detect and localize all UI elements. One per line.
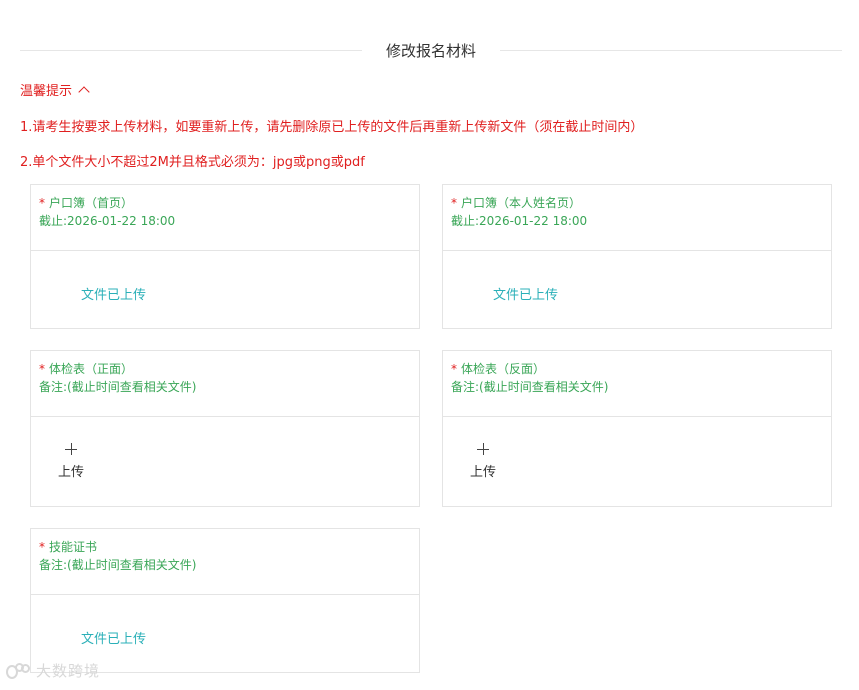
card-title: * 体检表（反面）	[451, 361, 823, 377]
card-body: 上传	[443, 417, 831, 506]
card-header: * 户口簿（本人姓名页） 截止:2026-01-22 18:00	[443, 185, 831, 251]
page-title-row: 修改报名材料	[20, 38, 843, 62]
card-title: * 体检表（正面）	[39, 361, 411, 377]
tip-line-1: 1.请考生按要求上传材料，如要重新上传，请先删除原已上传的文件后再重新上传新文件…	[20, 120, 644, 135]
tips-toggle[interactable]: 温馨提示	[20, 80, 90, 99]
card-header: * 体检表（正面） 备注:(截止时间查看相关文件)	[31, 351, 419, 417]
title-divider-right	[500, 49, 843, 51]
material-card-household-first-page: * 户口簿（首页） 截止:2026-01-22 18:00 文件已上传	[30, 184, 420, 329]
watermark-text: 大数跨境	[36, 662, 101, 680]
material-card-physical-exam-back: * 体检表（反面） 备注:(截止时间查看相关文件) 上传	[442, 350, 832, 507]
plus-icon	[65, 443, 77, 455]
watermark: 大数跨境	[6, 660, 100, 681]
tip-line-2: 2.单个文件大小不超过2M并且格式必须为：jpg或png或pdf	[20, 155, 365, 170]
plus-icon	[477, 443, 489, 455]
file-uploaded-link[interactable]: 文件已上传	[81, 284, 146, 303]
file-uploaded-link[interactable]: 文件已上传	[493, 284, 558, 303]
file-uploaded-link[interactable]: 文件已上传	[81, 628, 146, 647]
material-card-household-own-page: * 户口簿（本人姓名页） 截止:2026-01-22 18:00 文件已上传	[442, 184, 832, 329]
card-note: 备注:(截止时间查看相关文件)	[451, 380, 609, 394]
card-title-text: 户口簿（首页）	[49, 196, 134, 210]
card-title: * 户口簿（本人姓名页）	[451, 195, 823, 211]
watermark-logo-icon	[6, 662, 30, 679]
card-title-text: 体检表（正面）	[49, 362, 134, 376]
required-mark: *	[451, 196, 457, 210]
required-mark: *	[39, 196, 45, 210]
card-header: * 技能证书 备注:(截止时间查看相关文件)	[31, 529, 419, 595]
upload-button[interactable]: 上传	[465, 443, 501, 483]
card-deadline: 截止:2026-01-22 18:00	[39, 214, 176, 228]
card-note: 备注:(截止时间查看相关文件)	[39, 558, 197, 572]
required-mark: *	[451, 362, 457, 376]
card-title-text: 体检表（反面）	[461, 362, 546, 376]
upload-label: 上传	[57, 465, 84, 480]
page-title: 修改报名材料	[386, 41, 477, 60]
title-divider-left	[20, 49, 362, 51]
card-title: * 户口簿（首页）	[39, 195, 411, 211]
required-mark: *	[39, 540, 45, 554]
card-title: * 技能证书	[39, 539, 411, 555]
card-body: 上传	[31, 417, 419, 506]
card-deadline: 截止:2026-01-22 18:00	[451, 214, 588, 228]
card-body: 文件已上传	[31, 251, 419, 328]
upload-label: 上传	[469, 465, 496, 480]
chevron-up-icon	[78, 86, 90, 98]
material-card-skill-certificate: * 技能证书 备注:(截止时间查看相关文件) 文件已上传	[30, 528, 420, 673]
material-card-physical-exam-front: * 体检表（正面） 备注:(截止时间查看相关文件) 上传	[30, 350, 420, 507]
card-header: * 户口簿（首页） 截止:2026-01-22 18:00	[31, 185, 419, 251]
card-title-text: 户口簿（本人姓名页）	[461, 196, 582, 210]
card-header: * 体检表（反面） 备注:(截止时间查看相关文件)	[443, 351, 831, 417]
tips-header-label: 温馨提示	[20, 84, 73, 99]
card-body: 文件已上传	[443, 251, 831, 328]
card-note: 备注:(截止时间查看相关文件)	[39, 380, 197, 394]
card-title-text: 技能证书	[49, 540, 98, 554]
required-mark: *	[39, 362, 45, 376]
upload-button[interactable]: 上传	[53, 443, 89, 483]
